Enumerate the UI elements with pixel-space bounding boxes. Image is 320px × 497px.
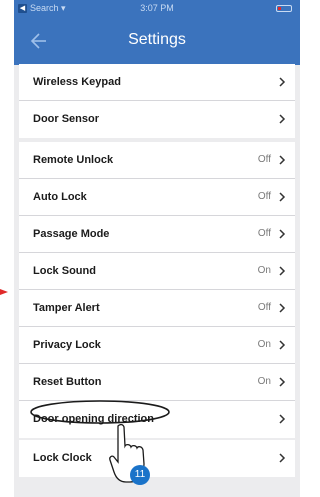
row-label: Lock Clock	[33, 452, 92, 464]
row-value: On	[257, 376, 271, 387]
row-label: Passage Mode	[33, 228, 110, 240]
chevron-right-icon	[279, 229, 286, 239]
battery-level	[278, 7, 281, 10]
page-title: Settings	[128, 31, 186, 48]
side-pointer-arrow-icon	[0, 284, 10, 295]
row-label: Tamper Alert	[33, 302, 100, 314]
chevron-right-icon	[279, 77, 286, 87]
row-label: Reset Button	[33, 376, 102, 388]
settings-row-privacy-lock[interactable]: Privacy Lock On	[19, 327, 295, 364]
status-time: 3:07 PM	[140, 3, 174, 13]
settings-row-wireless-keypad[interactable]: Wireless Keypad	[19, 64, 295, 101]
row-value: Off	[257, 191, 271, 202]
row-label: Privacy Lock	[33, 339, 101, 351]
settings-group-devices: Wireless Keypad Door Sensor	[19, 64, 295, 138]
chevron-right-icon	[279, 340, 286, 350]
row-value: On	[257, 265, 271, 276]
chevron-right-icon	[279, 155, 286, 165]
row-label: Auto Lock	[33, 191, 87, 203]
step-number-badge: 11	[130, 465, 150, 485]
chevron-right-icon	[279, 266, 286, 276]
row-label: Door Sensor	[33, 113, 100, 125]
settings-row-door-sensor[interactable]: Door Sensor	[19, 101, 295, 138]
chevron-right-icon	[279, 114, 286, 124]
settings-row-lock-sound[interactable]: Lock Sound On	[19, 253, 295, 290]
chevron-right-icon	[279, 377, 286, 387]
highlight-ellipse	[30, 400, 170, 424]
settings-row-remote-unlock[interactable]: Remote Unlock Off	[19, 142, 295, 179]
row-value: Off	[257, 228, 271, 239]
settings-group-lock-options: Remote Unlock Off Auto Lock Off Passage …	[19, 142, 295, 438]
screenshot-stage: ◀ Search ▾ 3:07 PM Settings Wireless Key…	[0, 0, 312, 497]
settings-row-passage-mode[interactable]: Passage Mode Off	[19, 216, 295, 253]
chevron-right-icon	[279, 303, 286, 313]
status-bar: ◀ Search ▾ 3:07 PM	[14, 0, 300, 18]
row-label: Remote Unlock	[33, 154, 114, 166]
row-value: Off	[257, 154, 271, 165]
settings-row-auto-lock[interactable]: Auto Lock Off	[19, 179, 295, 216]
navigation-bar: Settings	[14, 18, 300, 65]
row-value: Off	[257, 302, 271, 313]
settings-row-tamper-alert[interactable]: Tamper Alert Off	[19, 290, 295, 327]
row-value: On	[257, 339, 271, 350]
chevron-right-icon	[279, 192, 286, 202]
settings-row-reset-button[interactable]: Reset Button On	[19, 364, 295, 401]
battery-icon	[276, 5, 292, 12]
row-label: Wireless Keypad	[33, 76, 121, 88]
chevron-right-icon	[279, 414, 286, 424]
row-label: Lock Sound	[33, 265, 96, 277]
chevron-right-icon	[279, 453, 286, 463]
